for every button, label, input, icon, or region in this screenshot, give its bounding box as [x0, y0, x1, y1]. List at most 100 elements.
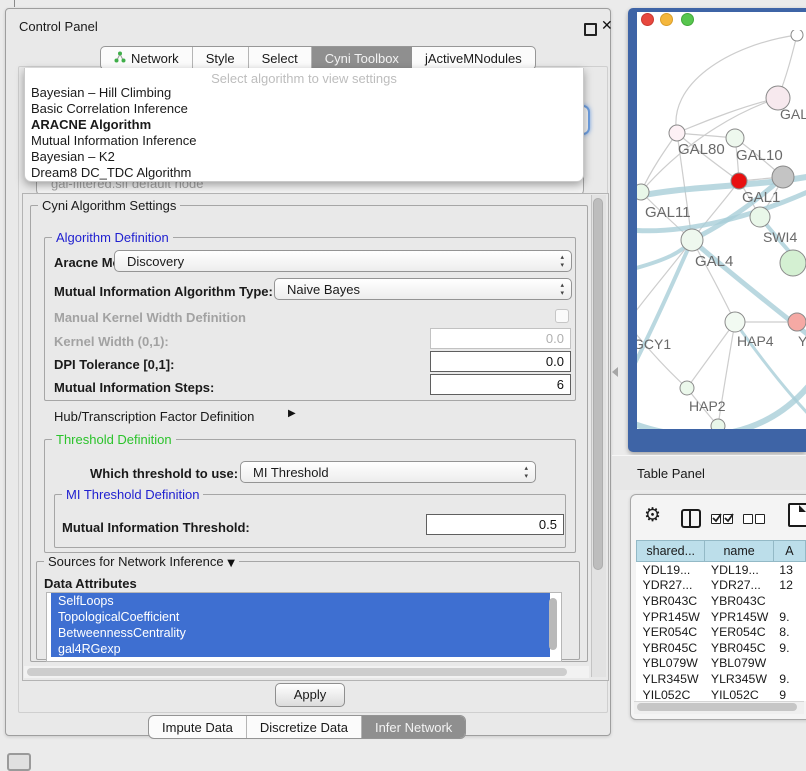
network-node[interactable]	[788, 313, 806, 331]
apply-button[interactable]: Apply	[275, 683, 345, 707]
network-icon	[114, 51, 126, 66]
attribute-list-item[interactable]: BetweennessCentrality	[51, 625, 550, 641]
network-node[interactable]	[726, 129, 744, 147]
network-node[interactable]	[725, 312, 745, 332]
which-threshold-value: MI Threshold	[253, 465, 329, 480]
network-node[interactable]	[731, 173, 747, 189]
table-cell: YPR145W	[637, 609, 705, 625]
attribute-list-item[interactable]: gal4RGexp	[51, 641, 550, 657]
panel-splitter-icon[interactable]	[612, 367, 618, 377]
network-node[interactable]	[637, 184, 649, 200]
algorithm-option[interactable]: Bayesian – Hill Climbing	[31, 85, 577, 101]
algorithm-option[interactable]: ARACNE Algorithm	[31, 117, 577, 133]
algorithm-option[interactable]: Bayesian – K2	[31, 149, 577, 165]
table-row[interactable]: YPR145WYPR145W9.	[637, 609, 806, 625]
minimize-traffic-light-icon[interactable]	[660, 13, 673, 26]
tab-label: Network	[131, 51, 179, 66]
network-node[interactable]	[680, 381, 694, 395]
network-node[interactable]	[669, 125, 685, 141]
table-cell: YDL19...	[705, 562, 773, 578]
manual-kernel-checkbox[interactable]	[555, 309, 569, 323]
gear-icon[interactable]: ⚙	[644, 504, 661, 526]
table-row[interactable]: YDR27...YDR27...12	[637, 578, 806, 594]
cyni-bottom-tabbar: Impute DataDiscretize DataInfer Network	[148, 715, 466, 739]
node-label: Y	[798, 333, 806, 349]
attribute-list-item[interactable]: TopologicalCoefficient	[51, 609, 550, 625]
table-row[interactable]: YLR345WYLR345W9.	[637, 671, 806, 687]
table-cell: 9.	[773, 609, 805, 625]
column-header[interactable]: shared...	[637, 541, 705, 562]
mi-type-label: Mutual Information Algorithm Type:	[54, 284, 273, 299]
which-threshold-combobox[interactable]: MI Threshold ▴▾	[240, 461, 536, 483]
minimized-panel-icon[interactable]	[7, 753, 31, 771]
sources-group-title[interactable]: Sources for Network Inference ▼	[44, 554, 239, 569]
data-attributes-label: Data Attributes	[44, 576, 137, 591]
settings-hscrollbar-thumb[interactable]	[27, 668, 567, 676]
tab-network[interactable]: Network	[101, 47, 193, 69]
unchecked-checkbox-icon[interactable]	[755, 514, 765, 524]
aracne-mode-combobox[interactable]: Discovery ▴▾	[114, 250, 572, 272]
zoom-traffic-light-icon[interactable]	[681, 13, 694, 26]
node-label: HAP4	[737, 333, 774, 349]
table-cell: 8.	[773, 624, 805, 640]
collapsed-arrow-icon[interactable]: ▶	[288, 408, 296, 419]
table-cell: YBR045C	[637, 640, 705, 656]
unchecked-checkbox-icon[interactable]	[743, 514, 753, 524]
tab-select[interactable]: Select	[249, 47, 312, 69]
tab-discretize-data[interactable]: Discretize Data	[247, 716, 362, 738]
table-row[interactable]: YBL079WYBL079W	[637, 656, 806, 672]
table-row[interactable]: YBR043CYBR043C	[637, 593, 806, 609]
network-edge	[676, 35, 797, 133]
network-node[interactable]	[711, 419, 725, 429]
data-attributes-list[interactable]: SelfLoopsTopologicalCoefficientBetweenne…	[46, 592, 562, 662]
tab-style[interactable]: Style	[193, 47, 249, 69]
tab-impute-data[interactable]: Impute Data	[149, 716, 247, 738]
mi-threshold-field[interactable]	[426, 514, 564, 535]
kernel-width-field[interactable]	[430, 328, 571, 349]
tab-jactivemnodules[interactable]: jActiveMNodules	[412, 47, 535, 69]
table-row[interactable]: YDL19...YDL19...13	[637, 562, 806, 578]
tab-infer-network[interactable]: Infer Network	[362, 716, 465, 738]
close-traffic-light-icon[interactable]	[641, 13, 654, 26]
network-canvas[interactable]: GALGAL80GAL10GAL1GAL11SWI4GAL4GCY1HAP4YH…	[637, 30, 806, 429]
attribute-list-item[interactable]: SelfLoops	[51, 593, 550, 609]
float-window-icon[interactable]	[584, 23, 597, 36]
spinner-arrows-icon: ▴▾	[524, 464, 528, 480]
network-node[interactable]	[750, 207, 770, 227]
checked-checkbox-icon[interactable]	[723, 514, 733, 524]
network-node[interactable]	[780, 250, 806, 276]
table-row[interactable]: YER054CYER054C8.	[637, 624, 806, 640]
node-label: GAL1	[742, 189, 780, 206]
table-cell: 12	[773, 578, 805, 594]
tab-label: Select	[262, 51, 298, 66]
algorithm-option[interactable]: Dream8 DC_TDC Algorithm	[31, 165, 577, 181]
algorithm-option[interactable]: Mutual Information Inference	[31, 133, 577, 149]
column-header[interactable]: name	[705, 541, 773, 562]
network-node[interactable]	[791, 30, 803, 41]
algorithm-option[interactable]: Basic Correlation Inference	[31, 101, 577, 117]
settings-vscrollbar-thumb[interactable]	[593, 198, 603, 570]
window-edge-tick	[14, 0, 15, 7]
table-row[interactable]: YBR045CYBR045C9.	[637, 640, 806, 656]
table-cell: YBL079W	[705, 656, 773, 672]
dpi-tolerance-field[interactable]	[430, 351, 571, 372]
mi-type-combobox[interactable]: Naive Bayes ▴▾	[274, 278, 572, 300]
node-attribute-table[interactable]: shared...nameAYDL19...YDL19...13YDR27...…	[636, 540, 806, 701]
document-icon[interactable]	[788, 503, 806, 527]
network-node[interactable]	[681, 229, 703, 251]
close-icon[interactable]: ✕	[601, 18, 613, 34]
table-cell: 9.	[773, 671, 805, 687]
network-node[interactable]	[772, 166, 794, 188]
attributes-scrollbar-thumb[interactable]	[549, 598, 557, 650]
column-header[interactable]: A	[773, 541, 805, 562]
columns-icon[interactable]	[681, 509, 701, 528]
network-edge	[641, 133, 677, 192]
table-cell: YER054C	[637, 624, 705, 640]
hub-definition-toggle[interactable]: Hub/Transcription Factor Definition	[54, 409, 254, 424]
table-row[interactable]: YIL052CYIL052C9	[637, 687, 806, 701]
table-cell	[773, 656, 805, 672]
mi-steps-field[interactable]	[430, 374, 571, 395]
checked-checkbox-icon[interactable]	[711, 514, 721, 524]
tab-cyni-toolbox[interactable]: Cyni Toolbox	[312, 47, 412, 69]
table-hscrollbar-thumb[interactable]	[637, 703, 797, 711]
